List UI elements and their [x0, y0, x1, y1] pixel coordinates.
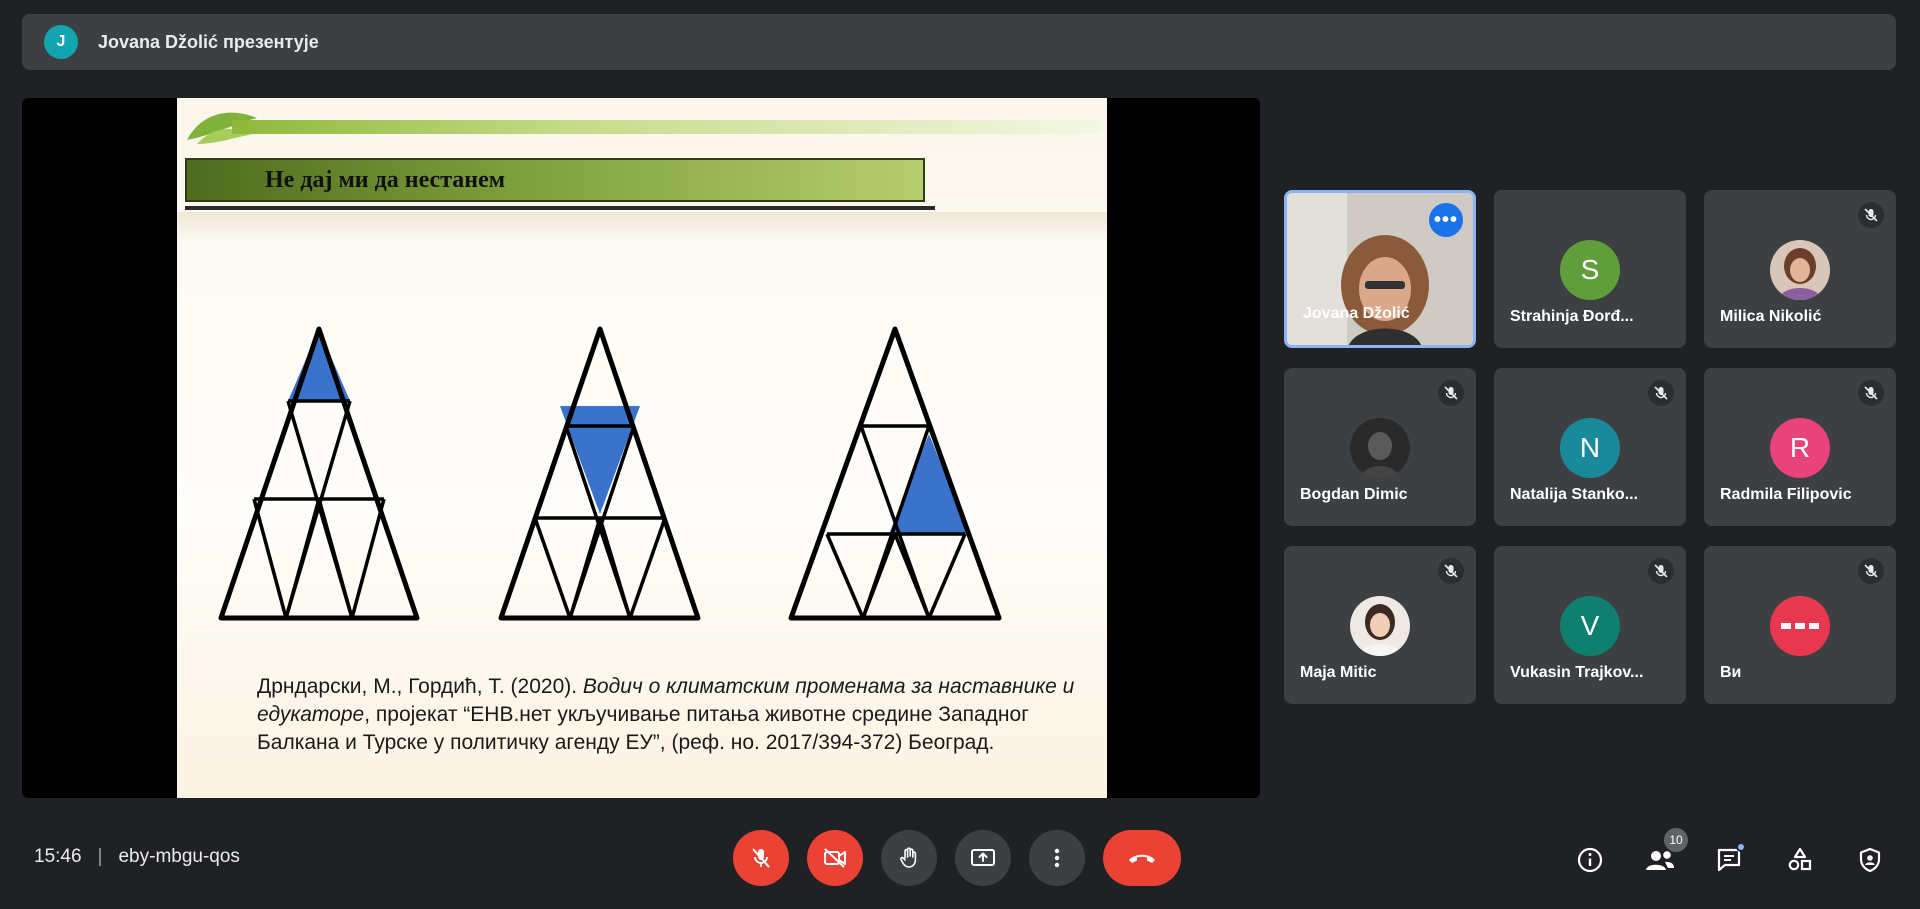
- participant-tile-natalija[interactable]: N Natalija Stanko...: [1494, 368, 1686, 526]
- slide-top-bar: [232, 120, 1102, 134]
- mic-off-icon: [752, 848, 770, 868]
- participant-tile-bogdan[interactable]: Bogdan Dimic: [1284, 368, 1476, 526]
- participant-name: Jovana Džolić: [1303, 305, 1410, 322]
- participant-tile-vukasin[interactable]: V Vukasin Trajkov...: [1494, 546, 1686, 704]
- mic-off-icon: [1858, 202, 1884, 228]
- participant-tile-milica[interactable]: Milica Nikolić: [1704, 190, 1896, 348]
- meeting-time: 15:46: [34, 846, 82, 867]
- meet-app: J Jovana Džolić презентује Не дај ми да …: [0, 0, 1920, 909]
- activities-button[interactable]: [1780, 840, 1820, 880]
- participant-tile-strahinja[interactable]: S Strahinja Đorđ...: [1494, 190, 1686, 348]
- participant-name: Radmila Filipovic: [1720, 486, 1852, 503]
- more-options-icon[interactable]: •••: [1429, 203, 1463, 237]
- participant-name: Milica Nikolić: [1720, 308, 1822, 325]
- triangle-2-highlight: [560, 406, 640, 514]
- participant-photo: [1350, 418, 1410, 478]
- more-options-button[interactable]: [1029, 830, 1085, 886]
- participant-name: Maja Mitic: [1300, 664, 1377, 681]
- call-controls: [733, 830, 1181, 886]
- slide-citation: Дрндарски, М., Гордић, Т. (2020). Водич …: [257, 673, 1077, 757]
- chat-button[interactable]: [1710, 840, 1750, 880]
- presentation-stage[interactable]: Не дај ми да нестанем Дрндарски, М., Гор…: [22, 98, 1260, 798]
- participant-tile-jovana[interactable]: ••• Jovana Džolić: [1284, 190, 1476, 348]
- mic-off-icon: [1438, 558, 1464, 584]
- people-button[interactable]: 10: [1640, 828, 1688, 880]
- mic-off-icon: [1858, 380, 1884, 406]
- slide: Не дај ми да нестанем Дрндарски, М., Гор…: [177, 98, 1107, 798]
- meeting-tools: 10: [1570, 828, 1890, 888]
- triangle-diagram-2: [498, 326, 701, 621]
- triangle-3-highlight: [889, 434, 969, 534]
- slide-title-bar: Не дај ми да нестанем: [185, 158, 925, 202]
- meeting-info: 15:46 | eby-mbgu-qos: [34, 846, 240, 868]
- presenter-avatar: J: [44, 25, 78, 59]
- meeting-code[interactable]: eby-mbgu-qos: [118, 846, 239, 868]
- more-options-icon: [1054, 848, 1060, 868]
- participant-photo: [1770, 240, 1830, 300]
- slide-shadow-band: [177, 212, 1107, 242]
- raise-hand-button[interactable]: [881, 830, 937, 886]
- host-controls-button[interactable]: [1850, 840, 1890, 880]
- unread-dot: [1736, 842, 1746, 852]
- triangle-diagram-1: [218, 326, 420, 621]
- mic-off-icon: [1858, 558, 1884, 584]
- mic-off-icon: [1648, 380, 1674, 406]
- participant-tile-maja[interactable]: Maja Mitic: [1284, 546, 1476, 704]
- mic-toggle-button[interactable]: [733, 830, 789, 886]
- participant-avatar: S: [1560, 240, 1620, 300]
- participant-avatar: N: [1560, 418, 1620, 478]
- participant-avatar: V: [1560, 596, 1620, 656]
- raise-hand-icon: [900, 847, 917, 868]
- people-count-badge: 10: [1664, 828, 1688, 852]
- citation-rest: , пројекат “ЕНВ.нет укључивање питања жи…: [257, 703, 1029, 754]
- bottom-bar: 15:46 | eby-mbgu-qos 10: [0, 820, 1920, 896]
- presenter-text: Jovana Džolić презентује: [98, 31, 319, 52]
- slide-title-underline: [185, 206, 935, 210]
- present-screen-icon: [971, 849, 995, 866]
- info-icon: [1577, 847, 1603, 873]
- participant-avatar: R: [1770, 418, 1830, 478]
- participant-name: Strahinja Đorđ...: [1510, 308, 1634, 325]
- slide-title: Не дај ми да нестанем: [265, 166, 506, 193]
- end-call-button[interactable]: [1103, 830, 1181, 886]
- citation-authors: Дрндарски, М., Гордић, Т. (2020).: [257, 675, 583, 698]
- triangle-diagram-3: [788, 326, 1002, 621]
- mic-off-icon: [1648, 558, 1674, 584]
- meeting-details-button[interactable]: [1570, 840, 1610, 880]
- participant-name: Ви: [1720, 664, 1742, 681]
- end-call-icon: [1129, 854, 1155, 863]
- camera-toggle-button[interactable]: [807, 830, 863, 886]
- participant-photo: [1350, 596, 1410, 656]
- camera-off-icon: [824, 848, 846, 868]
- participant-tile-self[interactable]: Ви: [1704, 546, 1896, 704]
- meeting-info-separator: |: [97, 846, 103, 867]
- participant-tile-radmila[interactable]: R Radmila Filipovic: [1704, 368, 1896, 526]
- participant-name: Vukasin Trajkov...: [1510, 664, 1644, 681]
- participant-name: Natalija Stanko...: [1510, 486, 1639, 503]
- present-screen-button[interactable]: [955, 830, 1011, 886]
- host-controls-icon: [1859, 847, 1881, 873]
- participant-name: Bogdan Dimic: [1300, 486, 1408, 503]
- presenter-banner: J Jovana Džolić презентује: [22, 14, 1896, 70]
- mic-off-icon: [1438, 380, 1464, 406]
- self-avatar-logo-icon: [1770, 596, 1830, 656]
- activities-icon: [1788, 847, 1812, 871]
